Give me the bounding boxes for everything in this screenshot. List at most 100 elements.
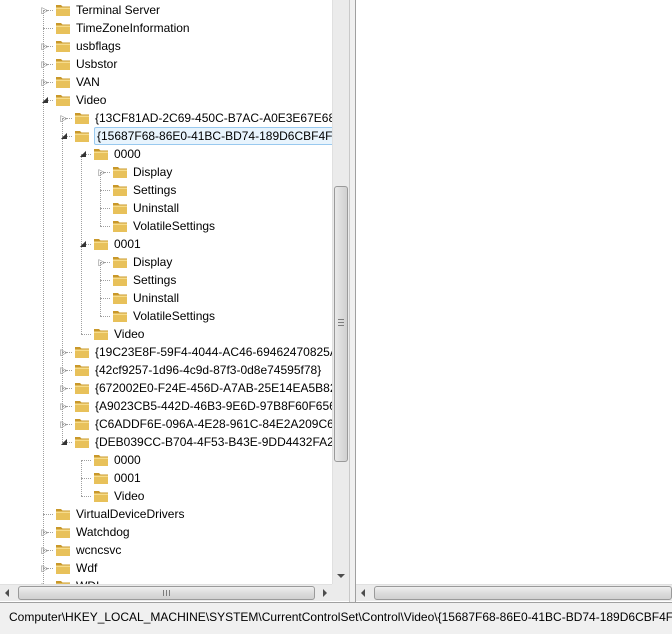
folder-icon [112, 183, 128, 197]
triangle-expanded-icon[interactable]: ◢ [78, 149, 88, 159]
triangle-collapsed-icon[interactable]: ▷ [59, 113, 69, 123]
vertical-scroll-thumb[interactable] [334, 186, 348, 462]
folder-icon [55, 525, 71, 539]
triangle-collapsed-icon[interactable]: ▷ [97, 167, 107, 177]
triangle-collapsed-icon[interactable]: ▷ [40, 527, 50, 537]
tree-connector [81, 154, 82, 244]
tree-node-label: Display [133, 165, 173, 179]
folder-icon [74, 363, 90, 377]
tree-node-label: {15687F68-86E0-41BC-BD74-189D6CBF4F2C} [94, 127, 332, 145]
horizontal-scroll-thumb[interactable] [18, 586, 315, 600]
folder-icon [55, 93, 71, 107]
triangle-collapsed-icon[interactable]: ▷ [40, 77, 50, 87]
folder-icon [74, 111, 90, 125]
tree-connector [100, 298, 110, 299]
tree-horizontal-scrollbar[interactable] [0, 584, 332, 601]
values-pane[interactable] [356, 0, 672, 584]
folder-icon [93, 327, 109, 341]
scroll-left-icon[interactable] [361, 589, 365, 597]
tree-node-label: 0000 [114, 453, 141, 467]
triangle-collapsed-icon[interactable]: ▷ [59, 383, 69, 393]
tree-connector [43, 100, 44, 514]
tree-node-label: Terminal Server [76, 3, 161, 17]
tree-vertical-scrollbar[interactable] [332, 0, 349, 584]
tree-node-label: Uninstall [133, 291, 180, 305]
folder-icon [55, 543, 71, 557]
folder-icon [74, 417, 90, 431]
scroll-grip-icon [338, 319, 344, 326]
folder-icon [112, 219, 128, 233]
triangle-expanded-icon[interactable]: ◢ [59, 437, 69, 447]
folder-icon [74, 345, 90, 359]
folder-icon [74, 399, 90, 413]
tree-connector [100, 190, 110, 191]
triangle-collapsed-icon[interactable]: ▷ [40, 5, 50, 15]
tree-connector [100, 190, 101, 208]
tree-node-label: Watchdog [76, 525, 130, 539]
tree-node-label: VirtualDeviceDrivers [76, 507, 185, 521]
tree-node-label: 0001 [114, 471, 141, 485]
triangle-expanded-icon[interactable]: ◢ [78, 239, 88, 249]
tree-node-label: TimeZoneInformation [76, 21, 190, 35]
tree-node-label: Wdf [76, 561, 98, 575]
folder-icon [93, 471, 109, 485]
tree-node-label: 0000 [114, 147, 141, 161]
folder-icon [55, 39, 71, 53]
triangle-expanded-icon[interactable]: ◢ [40, 95, 50, 105]
tree-node-label: {A9023CB5-442D-46B3-9E6D-97B8F60F6567} [95, 399, 332, 413]
tree-node-label: Usbstor [76, 57, 118, 71]
tree-connector [81, 244, 82, 334]
tree-connector [100, 208, 110, 209]
tree-node-label: Display [133, 255, 173, 269]
tree-node-label: wcncsvc [76, 543, 122, 557]
tree-connector [81, 334, 91, 335]
tree-node-label: Settings [133, 183, 177, 197]
scroll-down-icon[interactable] [337, 574, 345, 578]
scrollbar-corner [332, 584, 349, 601]
tree-connector [43, 514, 53, 515]
triangle-expanded-icon[interactable]: ◢ [59, 131, 69, 141]
tree-node-label: VolatileSettings [133, 309, 216, 323]
tree-node-label: {DEB039CC-B704-4F53-B43E-9DD4432FA2E9} [95, 435, 332, 449]
folder-icon [112, 291, 128, 305]
tree-connector [100, 226, 110, 227]
values-horizontal-scrollbar[interactable] [356, 584, 672, 601]
horizontal-scroll-thumb[interactable] [374, 586, 672, 600]
scroll-left-icon[interactable] [5, 589, 9, 597]
status-path: Computer\HKEY_LOCAL_MACHINE\SYSTEM\Curre… [9, 610, 672, 624]
registry-tree[interactable]: ▷ Terminal Server TimeZoneInformation ▷ usbf… [0, 0, 332, 584]
pane-splitter[interactable] [349, 0, 356, 602]
triangle-collapsed-icon[interactable]: ▷ [59, 347, 69, 357]
folder-icon [93, 489, 109, 503]
tree-node-label: VAN [76, 75, 100, 89]
tree-connector [100, 298, 101, 316]
tree-node-label: {19C23E8F-59F4-4044-AC46-69462470825A} [95, 345, 332, 359]
triangle-collapsed-icon[interactable]: ▷ [40, 563, 50, 573]
tree-node-label: {42cf9257-1d96-4c9d-87f3-0d8e74595f78} [95, 363, 322, 377]
tree-connector [100, 316, 110, 317]
folder-icon [112, 273, 128, 287]
folder-icon [55, 3, 71, 17]
tree-node-label: usbflags [76, 39, 121, 53]
tree-connector [81, 460, 82, 478]
folder-icon [55, 507, 71, 521]
folder-icon [112, 309, 128, 323]
triangle-collapsed-icon[interactable]: ▷ [40, 545, 50, 555]
scroll-right-icon[interactable] [323, 589, 327, 597]
tree-node-label: {C6ADDF6E-096A-4E28-961C-84E2A209C604} [95, 417, 332, 431]
triangle-collapsed-icon[interactable]: ▷ [40, 41, 50, 51]
folder-icon [55, 75, 71, 89]
tree-connector [100, 208, 101, 226]
triangle-collapsed-icon[interactable]: ▷ [97, 257, 107, 267]
folder-icon [112, 255, 128, 269]
triangle-collapsed-icon[interactable]: ▷ [59, 365, 69, 375]
folder-icon [112, 165, 128, 179]
triangle-collapsed-icon[interactable]: ▷ [40, 59, 50, 69]
tree-connector [100, 280, 101, 298]
tree-node-label: Video [114, 489, 145, 503]
triangle-collapsed-icon[interactable]: ▷ [59, 401, 69, 411]
triangle-collapsed-icon[interactable]: ▷ [59, 419, 69, 429]
tree-node-label: Uninstall [133, 201, 180, 215]
tree-connector [62, 136, 63, 352]
tree-connector [81, 496, 91, 497]
